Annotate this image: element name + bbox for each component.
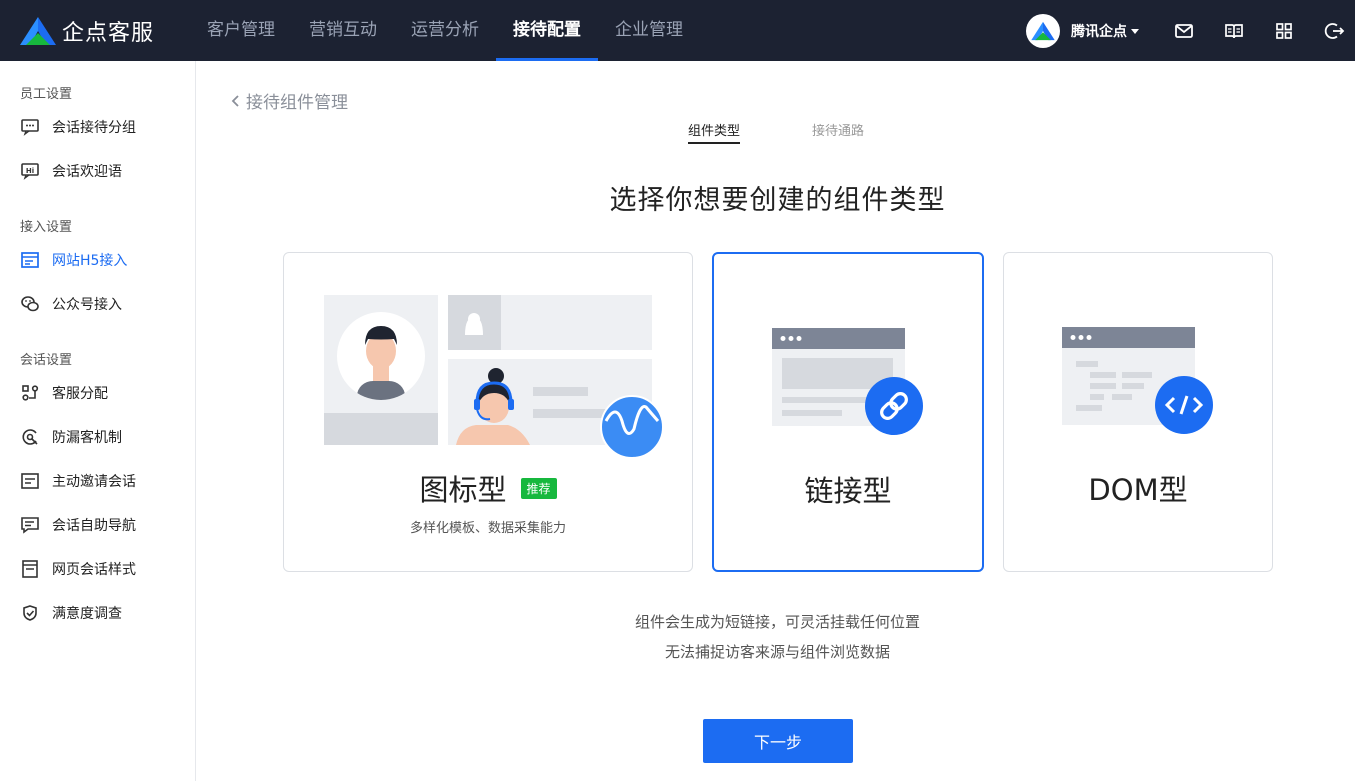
card-subtitle: 多样化模板、数据采集能力 [409, 521, 566, 536]
sidebar-item-web-h5[interactable]: 网站H5接入 [0, 242, 195, 278]
sidebar-item-label: 主动邀请会话 [52, 474, 136, 490]
card-dom-type[interactable]: DOM型 [1003, 252, 1273, 572]
sidebar-group-session: 会话设置 [20, 353, 73, 368]
self-nav-icon [20, 515, 40, 535]
nav-marketing[interactable]: 营销互动 [292, 0, 394, 61]
description-line-2: 无法捕捉访客来源与组件浏览数据 [664, 643, 890, 661]
card-icon-type[interactable]: 图标型 推荐 多样化模板、数据采集能力 [283, 252, 693, 572]
anti-leak-icon [20, 427, 40, 447]
card-link-type[interactable]: 链接型 [712, 252, 984, 572]
distribute-icon [20, 383, 40, 403]
nav-analytics[interactable]: 运营分析 [394, 0, 496, 61]
chevron-left-icon [231, 94, 239, 107]
browser-link-illustration [772, 328, 923, 435]
page-heading: 选择你想要创建的组件类型 [609, 185, 946, 216]
card-title: DOM型 [1088, 473, 1188, 507]
logo-icon [20, 17, 56, 45]
caret-down-icon [1131, 28, 1139, 34]
browser-code-illustration [1062, 327, 1213, 434]
top-bar: 企点客服 客户管理 营销互动 运营分析 接待配置 企业管理 腾讯企点 [0, 0, 1355, 61]
sidebar-item-label: 网页会话样式 [52, 562, 136, 578]
customer-service-illustration [324, 295, 664, 459]
tab-component-type[interactable]: 组件类型 [688, 120, 741, 144]
sidebar-item-label: 公众号接入 [52, 297, 122, 313]
account-menu[interactable]: 腾讯企点 [1026, 14, 1139, 48]
wechat-icon [20, 294, 40, 314]
mail-icon[interactable] [1173, 20, 1195, 42]
sidebar-item-label: 网站H5接入 [52, 253, 128, 269]
next-step-button[interactable]: 下一步 [703, 719, 853, 763]
step-tabs: 组件类型 接待通路 [0, 120, 1355, 146]
sidebar-item-anti-leak[interactable]: 防漏客机制 [0, 419, 195, 455]
sidebar-group-staff: 员工设置 [20, 87, 73, 102]
back-link[interactable]: 接待组件管理 [230, 88, 348, 113]
web-h5-icon [20, 250, 40, 270]
sidebar-item-label: 会话自助导航 [52, 518, 136, 534]
recommend-badge: 推荐 [520, 477, 557, 499]
account-logo-icon [1031, 21, 1055, 41]
back-link-label: 接待组件管理 [246, 93, 348, 113]
logout-icon[interactable] [1323, 20, 1345, 42]
description-line-1: 组件会生成为短链接，可灵活挂载任何位置 [634, 613, 920, 631]
link-icon [865, 377, 923, 435]
sidebar-item-wechat[interactable]: 公众号接入 [0, 286, 195, 322]
tab-reception-channel[interactable]: 接待通路 [812, 120, 864, 144]
main-nav: 客户管理 营销互动 运营分析 接待配置 企业管理 [190, 0, 700, 61]
sidebar-item-distribute[interactable]: 客服分配 [0, 375, 195, 411]
card-title: 图标型 [419, 473, 507, 507]
nav-customer-management[interactable]: 客户管理 [190, 0, 292, 61]
sidebar-item-label: 防漏客机制 [52, 430, 122, 446]
nav-enterprise[interactable]: 企业管理 [598, 0, 700, 61]
nav-reception-config[interactable]: 接待配置 [496, 0, 598, 61]
account-name: 腾讯企点 [1071, 24, 1127, 40]
book-icon[interactable] [1223, 20, 1245, 42]
sidebar: 员工设置 会话接待分组 Hi 会话欢迎语 接入设置 网站H5接入 公众号接入 会… [0, 61, 196, 781]
invite-icon [20, 471, 40, 491]
account-avatar [1026, 14, 1060, 48]
app-logo[interactable]: 企点客服 [18, 14, 154, 48]
web-style-icon [20, 559, 40, 579]
sidebar-item-label: 客服分配 [52, 386, 108, 402]
app-title: 企点客服 [62, 21, 155, 46]
card-icon-type-title-row: 图标型 推荐 [284, 467, 692, 509]
sidebar-item-self-nav[interactable]: 会话自助导航 [0, 507, 195, 543]
sidebar-group-access: 接入设置 [20, 220, 73, 235]
sidebar-item-invite[interactable]: 主动邀请会话 [0, 463, 195, 499]
card-title: 链接型 [804, 474, 892, 508]
sidebar-item-web-style[interactable]: 网页会话样式 [0, 551, 195, 587]
svg-text:Hi: Hi [26, 167, 34, 175]
apps-grid-icon[interactable] [1273, 20, 1295, 42]
